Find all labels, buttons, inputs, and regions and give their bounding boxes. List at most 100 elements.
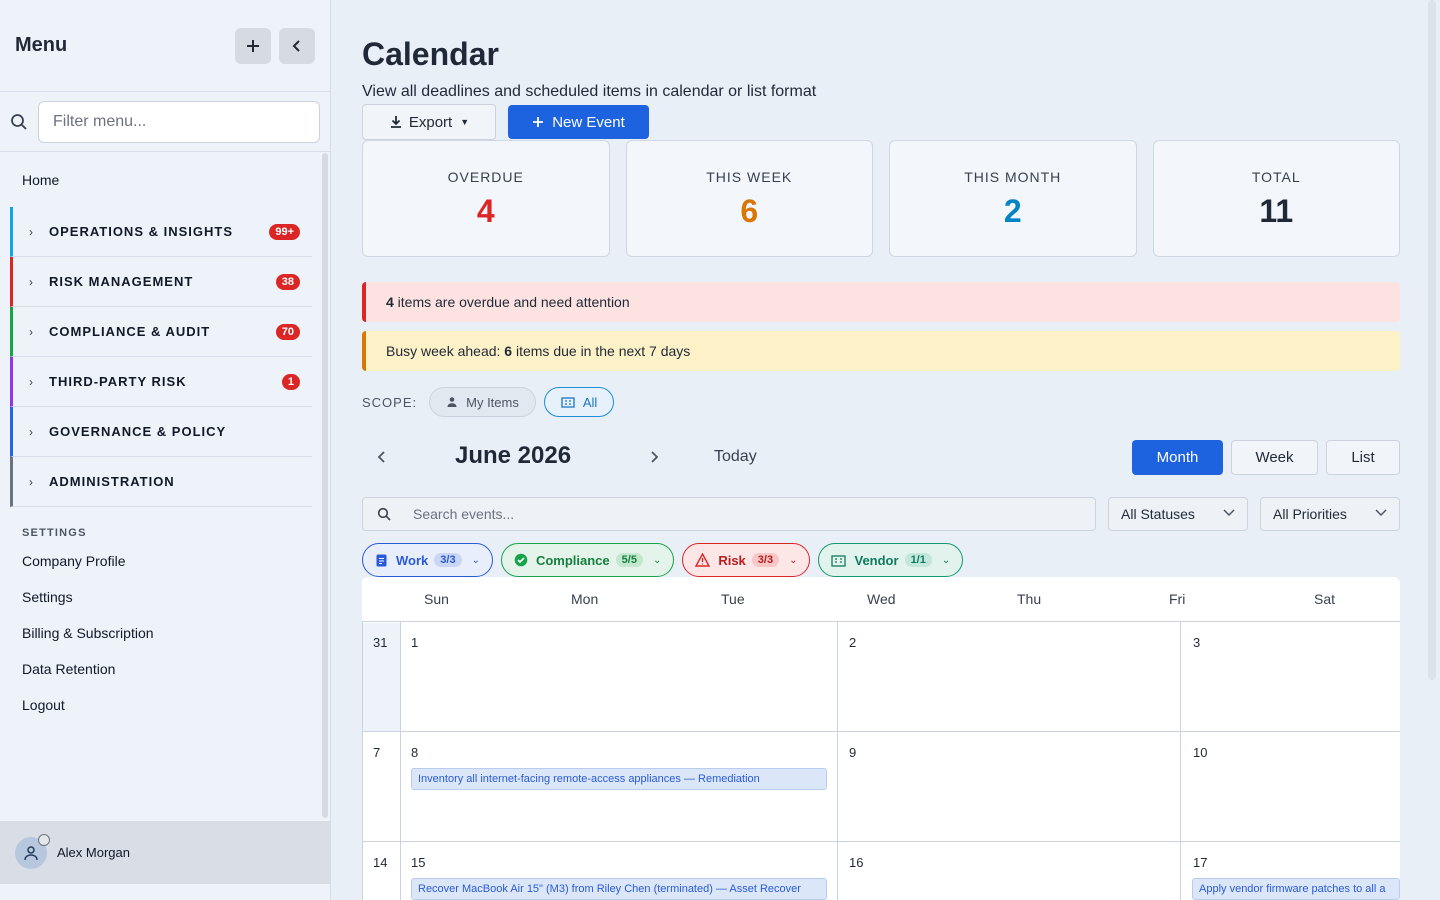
download-icon bbox=[390, 116, 401, 128]
user-icon bbox=[447, 397, 457, 407]
calendar-event[interactable]: Recover MacBook Air 15" (M3) from Riley … bbox=[411, 878, 827, 900]
sidebar-item-company-profile[interactable]: Company Profile bbox=[0, 543, 320, 579]
page-title: Calendar bbox=[362, 36, 499, 72]
chevron-down-icon: ⌄ bbox=[789, 554, 798, 566]
event-search-input[interactable] bbox=[413, 506, 1095, 522]
category-filter-work[interactable]: Work 3/3 ⌄ bbox=[362, 543, 493, 577]
gear-icon bbox=[38, 833, 50, 846]
view-list-button[interactable]: List bbox=[1326, 440, 1400, 475]
menu-filter-input[interactable] bbox=[38, 100, 320, 143]
chevron-left-icon bbox=[377, 451, 385, 463]
day-number[interactable]: 8 bbox=[411, 745, 418, 760]
user-icon bbox=[24, 845, 38, 860]
page-scrollbar[interactable] bbox=[1428, 0, 1436, 680]
next-month-button[interactable] bbox=[648, 448, 660, 469]
category-label: Risk bbox=[718, 552, 746, 568]
chevron-right-icon: › bbox=[29, 374, 33, 389]
category-filter-vendor[interactable]: Vendor 1/1 ⌄ bbox=[818, 543, 964, 577]
day-number[interactable]: 2 bbox=[849, 635, 856, 650]
sidebar-group-label: THIRD-PARTY RISK bbox=[49, 374, 187, 389]
main-content: Calendar View all deadlines and schedule… bbox=[362, 0, 1400, 900]
scope-my-items[interactable]: My Items bbox=[429, 387, 536, 417]
calendar-navigation: June 2026 Today Month Week List bbox=[362, 440, 1400, 476]
sidebar-group-compliance-audit[interactable]: › COMPLIANCE & AUDIT 70 bbox=[10, 307, 312, 357]
stat-value: 4 bbox=[476, 193, 495, 229]
category-label: Compliance bbox=[535, 552, 610, 568]
sidebar-item-data-retention[interactable]: Data Retention bbox=[0, 651, 320, 687]
chevron-right-icon: › bbox=[29, 274, 33, 289]
weekday-header: Sun Mon Tue Wed Thu Fri Sat bbox=[362, 577, 1400, 622]
user-profile[interactable]: Alex Morgan bbox=[0, 821, 330, 884]
today-button[interactable]: Today bbox=[714, 448, 757, 466]
sidebar-title: Menu bbox=[15, 34, 68, 56]
sidebar-group-label: RISK MANAGEMENT bbox=[49, 274, 194, 289]
sidebar-item-settings[interactable]: Settings bbox=[0, 579, 320, 615]
view-month-button[interactable]: Month bbox=[1132, 440, 1223, 475]
sidebar-group-risk-management[interactable]: › RISK MANAGEMENT 38 bbox=[10, 257, 312, 307]
category-count: 3/3 bbox=[434, 553, 462, 567]
day-number[interactable]: 10 bbox=[1193, 745, 1207, 760]
stat-total[interactable]: TOTAL 11 bbox=[1152, 140, 1400, 257]
sidebar-group-label: GOVERNANCE & POLICY bbox=[49, 424, 227, 439]
weekday-label: Sun bbox=[424, 591, 449, 607]
calendar-event[interactable]: Apply vendor firmware patches to all a bbox=[1192, 878, 1400, 900]
avatar bbox=[15, 833, 50, 869]
scope-my-items-label: My Items bbox=[466, 394, 519, 410]
event-search bbox=[362, 497, 1096, 531]
sidebar-scrollbar[interactable] bbox=[322, 153, 328, 818]
sidebar-group-administration[interactable]: › ADMINISTRATION bbox=[10, 457, 312, 507]
sidebar: Menu Home › OPERATIONS & INSIGHTS 99+ › … bbox=[0, 0, 331, 900]
day-number[interactable]: 15 bbox=[411, 855, 425, 870]
collapse-sidebar-button[interactable] bbox=[279, 27, 315, 64]
sidebar-nav: Home › OPERATIONS & INSIGHTS 99+ › RISK … bbox=[0, 153, 320, 820]
stat-overdue[interactable]: OVERDUE 4 bbox=[362, 140, 610, 257]
new-event-button[interactable]: New Event bbox=[508, 105, 649, 139]
stats-row: OVERDUE 4 THIS WEEK 6 THIS MONTH 2 TOTAL… bbox=[362, 140, 1400, 257]
add-button[interactable] bbox=[235, 27, 271, 64]
stat-label: THIS MONTH bbox=[964, 169, 1062, 185]
calendar-event[interactable]: Inventory all internet-facing remote-acc… bbox=[411, 768, 827, 790]
scope-selector: SCOPE: My Items All bbox=[362, 387, 622, 417]
scope-all[interactable]: All bbox=[543, 387, 615, 417]
busy-suffix: items due in the next 7 days bbox=[512, 343, 691, 359]
export-button[interactable]: Export ▼ bbox=[362, 104, 496, 140]
chevron-down-icon bbox=[1375, 508, 1387, 520]
category-filter-compliance[interactable]: Compliance 5/5 ⌄ bbox=[500, 543, 675, 577]
scope-label: SCOPE: bbox=[362, 394, 418, 410]
weekday-label: Wed bbox=[867, 591, 896, 607]
day-number[interactable]: 3 bbox=[1193, 635, 1200, 650]
stat-label: TOTAL bbox=[1251, 169, 1301, 185]
sidebar-group-third-party-risk[interactable]: › THIRD-PARTY RISK 1 bbox=[10, 357, 312, 407]
weekday-label: Thu bbox=[1017, 591, 1042, 607]
previous-month-button[interactable] bbox=[376, 448, 388, 469]
weekday-label: Tue bbox=[721, 591, 745, 607]
user-name: Alex Morgan bbox=[57, 845, 130, 860]
chevron-down-icon: ⌄ bbox=[652, 554, 662, 566]
sidebar-item-home[interactable]: Home bbox=[0, 153, 320, 207]
stat-this-month[interactable]: THIS MONTH 2 bbox=[889, 140, 1137, 257]
chevron-right-icon: › bbox=[29, 474, 33, 489]
sidebar-group-label: ADMINISTRATION bbox=[49, 474, 175, 489]
priority-filter-select[interactable]: All Priorities bbox=[1260, 497, 1400, 531]
day-number[interactable]: 16 bbox=[849, 855, 863, 870]
sidebar-group-governance-policy[interactable]: › GOVERNANCE & POLICY bbox=[10, 407, 312, 457]
sidebar-item-logout[interactable]: Logout bbox=[0, 687, 320, 723]
day-number[interactable]: 9 bbox=[849, 745, 856, 760]
view-week-button[interactable]: Week bbox=[1231, 440, 1318, 475]
chevron-down-icon: ⌄ bbox=[941, 554, 951, 566]
count-badge: 38 bbox=[275, 273, 300, 290]
plus-icon bbox=[247, 39, 259, 52]
stat-label: THIS WEEK bbox=[706, 169, 793, 185]
day-number[interactable]: 1 bbox=[411, 635, 418, 650]
calendar-grid: Sun Mon Tue Wed Thu Fri Sat 31 1 2 3 7 8… bbox=[362, 577, 1400, 900]
stat-this-week[interactable]: THIS WEEK 6 bbox=[625, 140, 873, 257]
stat-value: 2 bbox=[1003, 193, 1022, 229]
category-filter-risk[interactable]: Risk 3/3 ⌄ bbox=[682, 543, 811, 577]
day-number[interactable]: 17 bbox=[1193, 855, 1207, 870]
category-filters: Work 3/3 ⌄ Compliance 5/5 ⌄ Risk 3/3 ⌄ V… bbox=[362, 543, 964, 577]
sidebar-group-operations[interactable]: › OPERATIONS & INSIGHTS 99+ bbox=[10, 207, 312, 257]
week-number: 14 bbox=[373, 855, 388, 870]
status-filter-select[interactable]: All Statuses bbox=[1108, 497, 1248, 531]
sidebar-item-billing[interactable]: Billing & Subscription bbox=[0, 615, 320, 651]
category-count: 1/1 bbox=[904, 553, 932, 567]
